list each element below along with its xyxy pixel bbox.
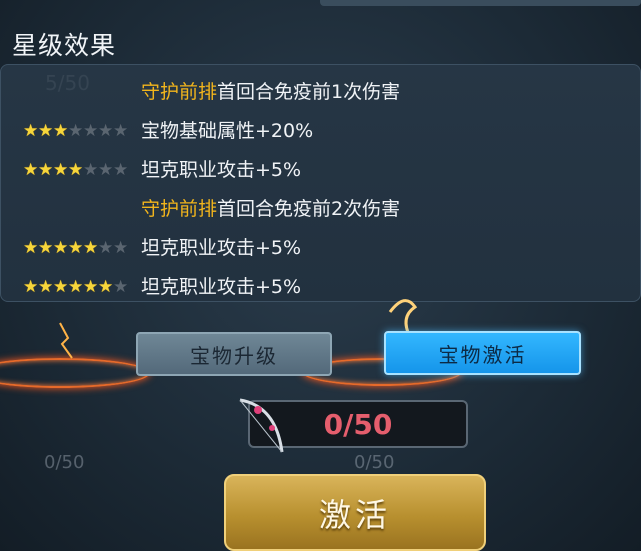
effect-row: ★ ★ ★ ★ ★ ★ ★ 宝物基础属性+20%	[1, 116, 640, 146]
star-filled-icon: ★	[38, 277, 54, 297]
star-filled-icon: ★	[23, 277, 39, 297]
effect-highlight: 守护前排	[141, 198, 218, 220]
star-empty-icon: ★	[98, 160, 114, 180]
star-effects-panel[interactable]: 5/50 守护前排首回合免疫前1次伤害 ★ ★ ★ ★ ★ ★ ★ 宝物基础属性+20% ★ ★ ★ ★…	[0, 64, 641, 302]
star-filled-icon: ★	[53, 160, 69, 180]
effect-description: 宝物基础属性+20%	[141, 116, 313, 146]
star-rating: ★ ★ ★ ★ ★ ★ ★	[23, 155, 128, 185]
star-rating: ★ ★ ★ ★ ★ ★ ★	[23, 116, 128, 146]
effect-row: ★ ★ ★ ★ ★ ★ ★ 坦克职业攻击+5%	[1, 155, 640, 185]
section-title: 星级效果	[12, 31, 117, 60]
top-panel-edge	[320, 0, 641, 6]
star-filled-icon: ★	[38, 238, 54, 258]
star-filled-icon: ★	[68, 238, 84, 258]
star-filled-icon: ★	[23, 160, 39, 180]
effect-row: ★ ★ ★ ★ ★ ★ ★ 坦克职业攻击+5%	[1, 233, 640, 263]
star-filled-icon: ★	[53, 121, 69, 141]
star-filled-icon: ★	[68, 160, 84, 180]
star-empty-icon: ★	[113, 160, 129, 180]
effect-row: ★ ★ ★ ★ ★ ★ ★ 坦克职业攻击+5%	[1, 272, 640, 301]
star-empty-icon: ★	[83, 121, 99, 141]
star-filled-icon: ★	[68, 277, 84, 297]
star-empty-icon: ★	[113, 121, 129, 141]
effect-text: 宝物基础属性+20%	[141, 120, 314, 142]
effect-description: 坦克职业攻击+5%	[141, 155, 301, 185]
effect-text: 首回合免疫前1次伤害	[217, 81, 401, 103]
star-filled-icon: ★	[23, 238, 39, 258]
effect-text: 坦克职业攻击+5%	[141, 237, 302, 259]
tab-treasure-activate[interactable]: 宝物激活	[384, 331, 581, 375]
star-filled-icon: ★	[98, 277, 114, 297]
star-filled-icon: ★	[83, 277, 99, 297]
effect-row: 守护前排首回合免疫前1次伤害	[1, 77, 640, 107]
star-empty-icon: ★	[113, 238, 129, 258]
effect-description: 守护前排首回合免疫前2次伤害	[141, 194, 400, 224]
star-empty-icon: ★	[68, 121, 84, 141]
effect-row: 守护前排首回合免疫前2次伤害	[1, 194, 640, 224]
effect-text: 首回合免疫前2次伤害	[217, 198, 401, 220]
effect-text: 坦克职业攻击+5%	[141, 159, 302, 181]
star-filled-icon: ★	[38, 160, 54, 180]
star-filled-icon: ★	[53, 238, 69, 258]
star-filled-icon: ★	[53, 277, 69, 297]
star-rating: ★ ★ ★ ★ ★ ★ ★	[23, 233, 128, 263]
star-filled-icon: ★	[38, 121, 54, 141]
star-rating: ★ ★ ★ ★ ★ ★ ★	[23, 272, 129, 301]
star-empty-icon: ★	[98, 238, 114, 258]
background-counter: 0/50	[354, 452, 395, 473]
effect-text: 坦克职业攻击+5%	[141, 276, 302, 298]
tab-treasure-upgrade[interactable]: 宝物升级	[136, 332, 332, 376]
bow-icon	[239, 398, 284, 453]
star-filled-icon: ★	[23, 121, 39, 141]
effect-highlight: 守护前排	[141, 81, 218, 103]
effect-description: 守护前排首回合免疫前1次伤害	[141, 77, 400, 107]
activate-button[interactable]: 激活	[224, 474, 486, 551]
star-filled-icon: ★	[83, 238, 99, 258]
background-counter: 0/50	[44, 452, 85, 473]
effect-description: 坦克职业攻击+5%	[141, 272, 302, 301]
effect-description: 坦克职业攻击+5%	[141, 233, 301, 263]
star-empty-icon: ★	[98, 121, 114, 141]
spark-effect	[59, 322, 73, 359]
star-empty-icon: ★	[83, 160, 99, 180]
star-empty-icon: ★	[113, 277, 129, 297]
